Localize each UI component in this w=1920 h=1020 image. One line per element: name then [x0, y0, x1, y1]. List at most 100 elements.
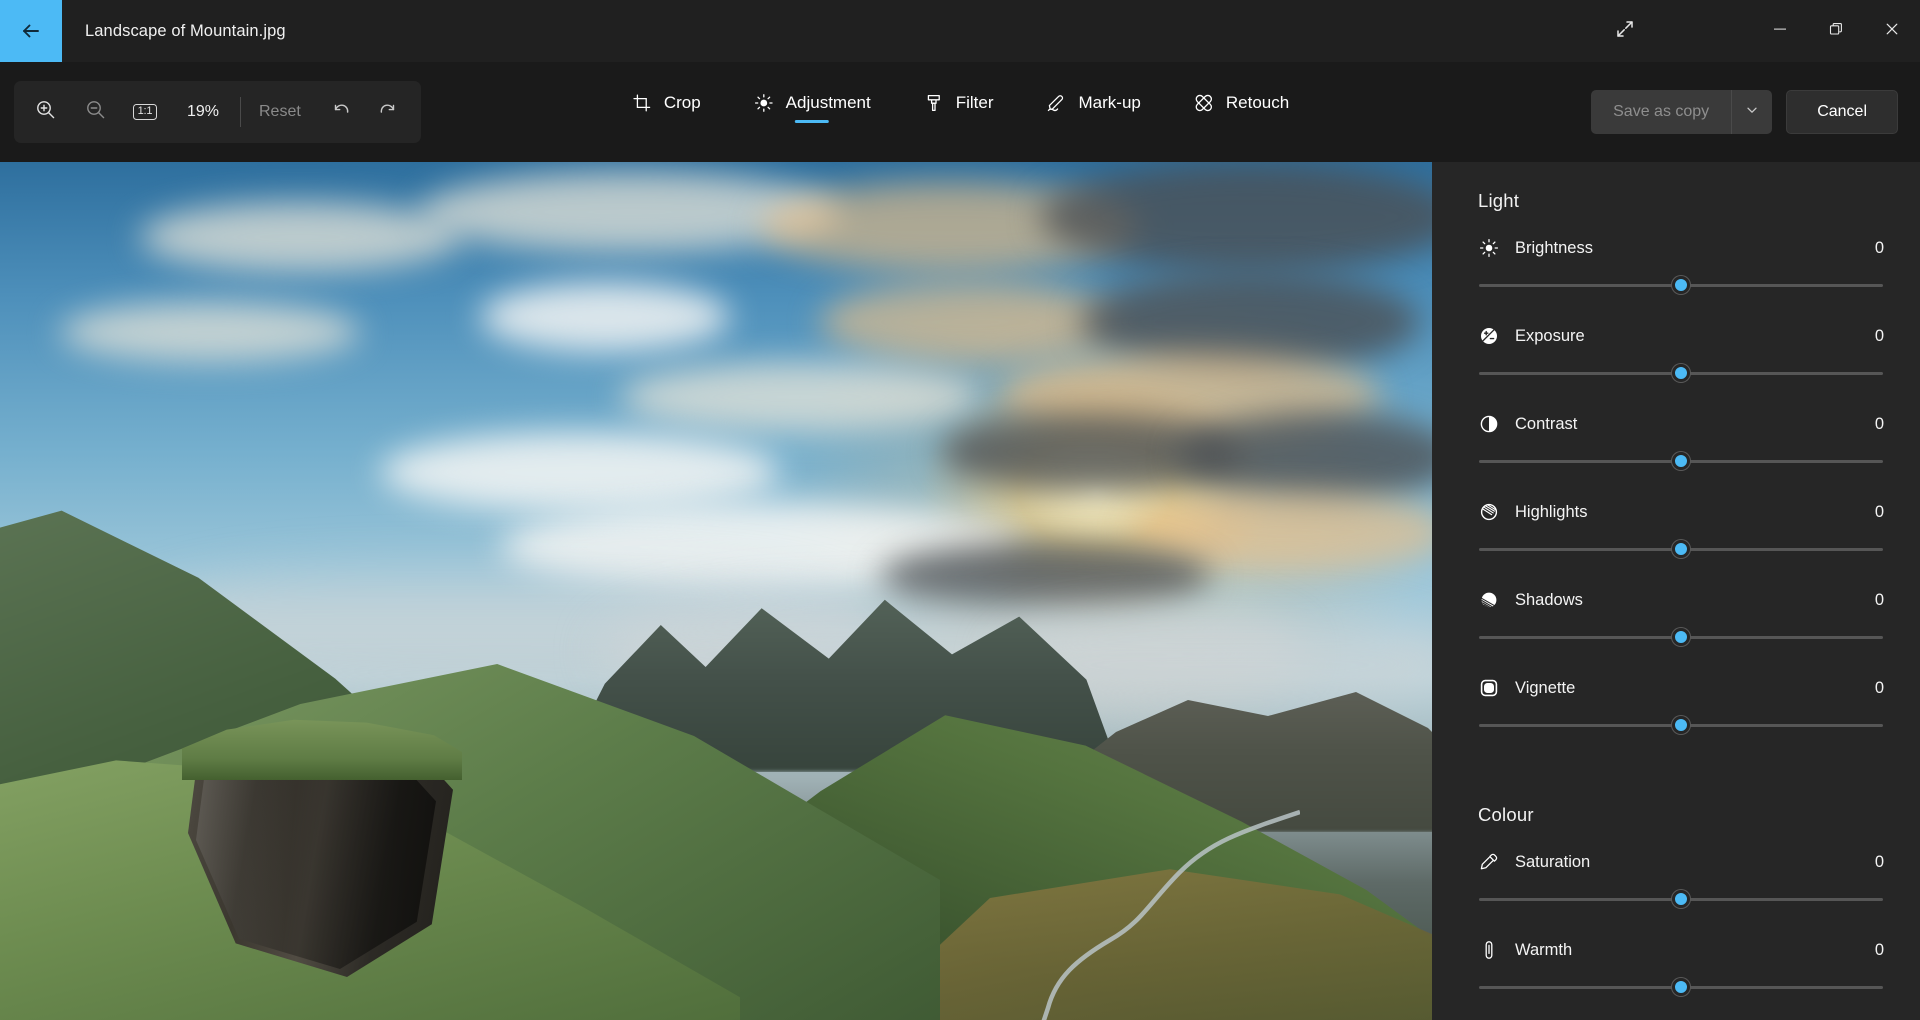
slider-row-exposure: Exposure 0 — [1478, 324, 1884, 388]
zoom-in-button[interactable] — [20, 88, 70, 136]
slider-label-vignette: Vignette — [1515, 678, 1576, 697]
tab-retouch[interactable]: Retouch — [1183, 81, 1299, 120]
redo-icon — [379, 99, 400, 125]
save-options-button[interactable] — [1732, 90, 1772, 134]
slider-warmth[interactable] — [1478, 972, 1884, 1002]
tab-retouch-indicator — [1224, 120, 1258, 123]
slider-thumb-warmth[interactable] — [1672, 978, 1690, 996]
minimize-icon — [1772, 21, 1788, 42]
image-canvas[interactable] — [0, 162, 1432, 1020]
slider-value-saturation: 0 — [1874, 852, 1884, 871]
command-bar: 1:1 19% Reset Crop Adjustment Filter Mar… — [0, 62, 1920, 162]
close-button[interactable] — [1864, 0, 1920, 62]
cancel-button[interactable]: Cancel — [1786, 90, 1898, 134]
editor-tabs: Crop Adjustment Filter Mark-up Retouch — [621, 81, 1299, 123]
panel-sections: Light Brightness 0 Exposure 0 Contrast 0 Highli… — [1432, 190, 1920, 1002]
slider-value-vignette: 0 — [1874, 678, 1884, 697]
adjustment-panel: Light Brightness 0 Exposure 0 Contrast 0 Highli… — [1432, 162, 1920, 1020]
slider-label-warmth: Warmth — [1515, 940, 1573, 959]
slider-shadows[interactable] — [1478, 622, 1884, 652]
slider-saturation[interactable] — [1478, 884, 1884, 914]
tab-crop-indicator — [649, 120, 683, 123]
tab-crop[interactable]: Crop — [621, 81, 711, 120]
slider-row-vignette: Vignette 0 — [1478, 676, 1884, 740]
paint-brush-icon — [923, 92, 945, 114]
slider-row-saturation: Saturation 0 — [1478, 850, 1884, 914]
slider-header-highlights: Highlights 0 — [1478, 500, 1884, 524]
slider-header-warmth: Warmth 0 — [1478, 938, 1884, 962]
slider-thumb-exposure[interactable] — [1672, 364, 1690, 382]
pen-squiggle-icon — [1046, 92, 1068, 114]
contrast-icon — [1478, 413, 1500, 435]
tab-markup-indicator — [1076, 120, 1110, 123]
tab-markup-label: Mark-up — [1078, 93, 1141, 112]
slider-header-contrast: Contrast 0 — [1478, 412, 1884, 436]
slider-contrast[interactable] — [1478, 446, 1884, 476]
zoom-out-icon — [85, 99, 106, 125]
zoom-toolbar: 1:1 19% Reset — [14, 81, 421, 143]
slider-value-contrast: 0 — [1874, 414, 1884, 433]
slider-row-contrast: Contrast 0 — [1478, 412, 1884, 476]
fullscreen-button[interactable] — [1598, 0, 1652, 62]
restore-icon — [1828, 21, 1844, 42]
slider-highlights[interactable] — [1478, 534, 1884, 564]
redo-button[interactable] — [365, 88, 415, 136]
restore-button[interactable] — [1808, 0, 1864, 62]
toolbar-divider — [240, 97, 241, 127]
tab-filter[interactable]: Filter — [913, 81, 1004, 120]
brightness-sun-icon — [753, 92, 775, 114]
slider-row-shadows: Shadows 0 — [1478, 588, 1884, 652]
back-button[interactable] — [0, 0, 62, 62]
slider-label-saturation: Saturation — [1515, 852, 1591, 871]
section-title-light: Light — [1478, 190, 1520, 211]
zoom-out-button[interactable] — [70, 88, 120, 136]
slider-thumb-brightness[interactable] — [1672, 276, 1690, 294]
crop-icon — [631, 92, 653, 114]
slider-label-shadows: Shadows — [1515, 590, 1583, 609]
zoom-percent-label: 19% — [186, 103, 220, 120]
tab-crop-label: Crop — [663, 93, 701, 112]
edited-photo — [0, 162, 1432, 1020]
command-bar-actions: Save as copy Cancel — [1591, 90, 1898, 134]
slider-row-highlights: Highlights 0 — [1478, 500, 1884, 564]
tab-filter-indicator — [941, 120, 975, 123]
slider-thumb-shadows[interactable] — [1672, 628, 1690, 646]
slider-row-warmth: Warmth 0 — [1478, 938, 1884, 1002]
highlights-icon — [1478, 501, 1500, 523]
slider-value-warmth: 0 — [1874, 940, 1884, 959]
expand-diagonal-icon — [1615, 19, 1635, 44]
reset-button[interactable]: Reset — [245, 88, 315, 136]
save-as-copy-button[interactable]: Save as copy — [1591, 90, 1731, 134]
slider-header-vignette: Vignette 0 — [1478, 676, 1884, 700]
slider-thumb-contrast[interactable] — [1672, 452, 1690, 470]
slider-value-shadows: 0 — [1874, 590, 1884, 609]
undo-icon — [329, 99, 350, 125]
arrow-left-icon — [20, 20, 42, 42]
one-to-one-icon: 1:1 — [132, 104, 158, 120]
slider-label-contrast: Contrast — [1515, 414, 1578, 433]
tab-adjustment[interactable]: Adjustment — [743, 81, 881, 123]
slider-header-shadows: Shadows 0 — [1478, 588, 1884, 612]
slider-value-brightness: 0 — [1874, 238, 1884, 257]
slider-brightness[interactable] — [1478, 270, 1884, 300]
minimize-button[interactable] — [1752, 0, 1808, 62]
tab-markup[interactable]: Mark-up — [1036, 81, 1151, 120]
slider-exposure[interactable] — [1478, 358, 1884, 388]
slider-thumb-saturation[interactable] — [1672, 890, 1690, 908]
shadows-icon — [1478, 589, 1500, 611]
slider-label-exposure: Exposure — [1515, 326, 1585, 345]
undo-button[interactable] — [315, 88, 365, 136]
save-as-copy-split-button[interactable]: Save as copy — [1591, 90, 1773, 134]
section-title-colour: Colour — [1478, 804, 1534, 825]
slider-label-highlights: Highlights — [1515, 502, 1588, 521]
slider-vignette[interactable] — [1478, 710, 1884, 740]
slider-row-brightness: Brightness 0 — [1478, 236, 1884, 300]
actual-size-button[interactable]: 1:1 — [120, 88, 170, 136]
chevron-down-icon — [1745, 103, 1759, 122]
tab-adjustment-indicator — [794, 120, 829, 123]
bandage-icon — [1193, 92, 1215, 114]
slider-thumb-vignette[interactable] — [1672, 716, 1690, 734]
slider-thumb-highlights[interactable] — [1672, 540, 1690, 558]
tab-retouch-label: Retouch — [1225, 93, 1290, 112]
